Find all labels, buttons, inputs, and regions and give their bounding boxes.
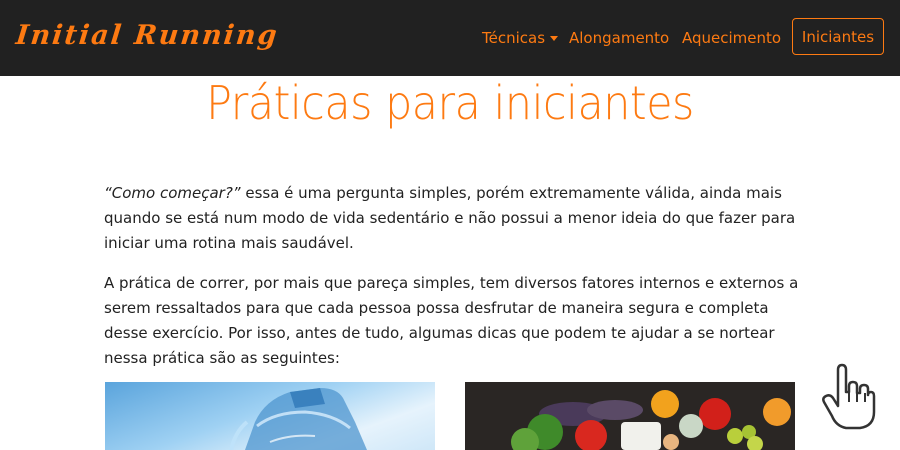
vegetables-illustration	[511, 390, 791, 450]
nav-tecnicas-dropdown[interactable]: Técnicas	[482, 29, 559, 47]
hand-pointer-icon	[820, 362, 876, 432]
navbar: Initial Running Técnicas Alongamento Aqu…	[0, 0, 900, 76]
intro-quote: “Como começar?”	[104, 184, 241, 202]
caret-down-icon	[550, 36, 559, 41]
tips-paragraph: A prática de correr, por mais que pareça…	[104, 274, 799, 367]
brand-logo[interactable]: Initial Running	[14, 20, 280, 51]
nav-alongamento[interactable]: Alongamento	[569, 29, 669, 47]
water-bottle-illustration	[229, 388, 367, 450]
nav-aquecimento[interactable]: Aquecimento	[682, 29, 781, 47]
iniciantes-button[interactable]: Iniciantes	[792, 18, 884, 55]
vegetables-image	[465, 382, 795, 450]
intro-paragraph: “Como começar?” essa é uma pergunta simp…	[104, 181, 804, 256]
water-bottle-image	[105, 382, 435, 450]
nav-tecnicas-label: Técnicas	[482, 29, 546, 47]
page-title: Práticas para iniciantes	[206, 76, 694, 130]
